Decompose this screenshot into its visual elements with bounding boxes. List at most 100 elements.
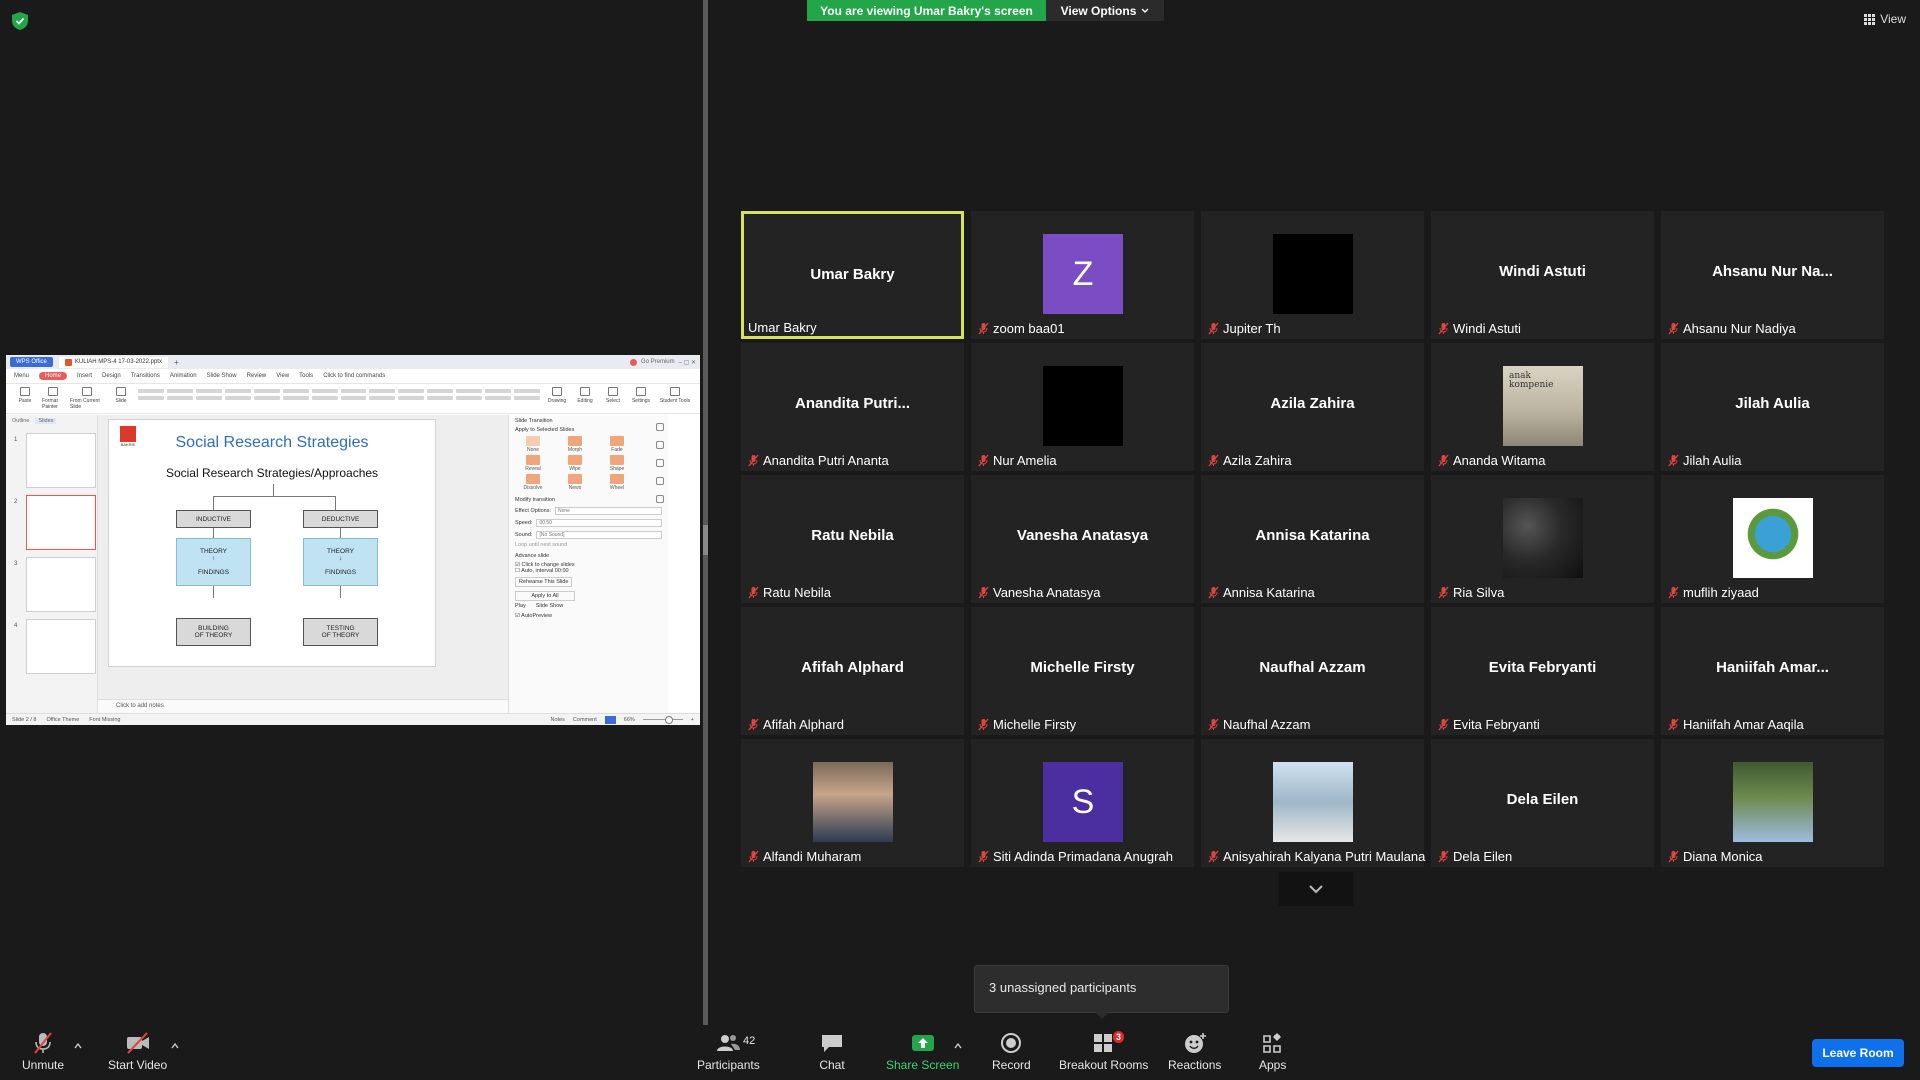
panel-tabs: Outline Slides bbox=[6, 415, 97, 427]
testing-theory-box: TESTING OF THEORY bbox=[303, 618, 378, 646]
mic-muted-icon bbox=[1668, 322, 1679, 335]
chat-button[interactable]: Chat bbox=[819, 1031, 845, 1072]
participant-tile[interactable]: Jupiter Th bbox=[1201, 211, 1424, 339]
share-screen-label: Share Screen bbox=[886, 1058, 960, 1072]
breakout-rooms-button[interactable]: Breakout Rooms bbox=[1059, 1031, 1148, 1072]
participant-name-label: Umar Bakry bbox=[748, 320, 817, 335]
tooltip-pointer bbox=[1095, 1012, 1109, 1019]
ribbon-drawing: Drawing bbox=[546, 387, 568, 404]
participant-name: Nur Amelia bbox=[993, 453, 1057, 468]
participant-name-label: Jilah Aulia bbox=[1667, 453, 1742, 468]
wps-app-badge: WPS Office bbox=[10, 357, 53, 367]
current-slide: BAKRIE Social Research Strategies Social… bbox=[108, 419, 436, 667]
viewing-screen-label: You are viewing Umar Bakry's screen bbox=[807, 0, 1046, 21]
mic-muted-icon bbox=[1438, 718, 1449, 731]
participant-tile[interactable]: Haniifah Amar... Haniifah Amar Aaqila bbox=[1661, 607, 1884, 735]
participant-display-name: Umar Bakry bbox=[810, 266, 895, 283]
unassigned-participants-tooltip[interactable]: 3 unassigned participants bbox=[974, 965, 1229, 1013]
participant-tile[interactable]: Vanesha Anatasya Vanesha Anatasya bbox=[971, 475, 1194, 603]
participant-tile[interactable]: Naufhal Azzam Naufhal Azzam bbox=[1201, 607, 1424, 735]
connector bbox=[213, 496, 214, 510]
video-options-caret-icon[interactable] bbox=[170, 1041, 180, 1051]
participant-name-label: Ria Silva bbox=[1437, 585, 1504, 600]
participant-tile[interactable]: Diana Monica bbox=[1661, 739, 1884, 867]
participant-tile[interactable]: Alfandi Muharam bbox=[741, 739, 964, 867]
encryption-shield-icon[interactable] bbox=[12, 12, 28, 30]
ribbon-font-tools bbox=[138, 387, 540, 400]
avatar-photo bbox=[1273, 762, 1353, 842]
start-video-label: Start Video bbox=[108, 1058, 168, 1072]
participant-tile[interactable]: Zzoom baa01 bbox=[971, 211, 1194, 339]
participant-name: Siti Adinda Primadana Anugrah bbox=[993, 849, 1173, 864]
audio-options-caret-icon[interactable] bbox=[73, 1041, 83, 1051]
new-tab-icon: + bbox=[173, 357, 179, 367]
participant-name: Ahsanu Nur Nadiya bbox=[1683, 321, 1796, 336]
ribbon-slide: Slide bbox=[110, 387, 132, 404]
thumb-number: 1 bbox=[14, 437, 18, 443]
participant-tile[interactable]: Ahsanu Nur Na... Ahsanu Nur Nadiya bbox=[1661, 211, 1884, 339]
participant-tile[interactable]: Ria Silva bbox=[1431, 475, 1654, 603]
participant-name-label: Jupiter Th bbox=[1207, 321, 1281, 336]
start-video-button[interactable]: Start Video bbox=[108, 1031, 167, 1072]
wps-menu-design: Design bbox=[102, 373, 121, 379]
participant-name-label: Windi Astuti bbox=[1437, 321, 1521, 336]
slide-thumb-3 bbox=[26, 557, 96, 612]
participant-tile[interactable]: Jilah Aulia Jilah Aulia bbox=[1661, 343, 1884, 471]
participant-tile[interactable]: Annisa Katarina Annisa Katarina bbox=[1201, 475, 1424, 603]
participant-tile[interactable]: muflih ziyaad bbox=[1661, 475, 1884, 603]
participant-name: Jilah Aulia bbox=[1683, 453, 1742, 468]
pane-splitter[interactable] bbox=[703, 0, 708, 1025]
chat-bubble-icon bbox=[822, 1035, 842, 1052]
mic-muted-icon bbox=[748, 850, 759, 863]
avatar-letter: S bbox=[1043, 762, 1123, 842]
view-layout-button[interactable]: View bbox=[1864, 12, 1906, 26]
connector bbox=[213, 586, 214, 598]
participant-name-label: Vanesha Anatasya bbox=[977, 585, 1100, 600]
slide-canvas: BAKRIE Social Research Strategies Social… bbox=[98, 415, 508, 713]
record-icon bbox=[1001, 1033, 1022, 1053]
slide-thumbnails-panel: Outline Slides 1 2 3 4 bbox=[6, 415, 98, 713]
participant-tile[interactable]: Anisyahirah Kalyana Putri Maulana bbox=[1201, 739, 1425, 867]
transition-reveal: Reveal bbox=[515, 455, 551, 472]
wps-body: Outline Slides 1 2 3 4 BAKRIE Social Res… bbox=[6, 415, 700, 713]
slide-thumb-1 bbox=[26, 433, 96, 488]
participant-display-name: Ratu Nebila bbox=[811, 527, 894, 544]
reactions-button[interactable]: Reactions bbox=[1168, 1031, 1221, 1072]
leave-room-button[interactable]: Leave Room bbox=[1812, 1039, 1904, 1067]
share-screen-button[interactable]: Share Screen bbox=[886, 1031, 959, 1072]
participant-tile[interactable]: Azila Zahira Azila Zahira bbox=[1201, 343, 1424, 471]
record-button[interactable]: Record bbox=[992, 1031, 1031, 1072]
wps-command-search: Click to find commands bbox=[323, 373, 386, 379]
participant-tile[interactable]: Nur Amelia bbox=[971, 343, 1194, 471]
participant-display-name: Vanesha Anatasya bbox=[1016, 527, 1149, 544]
view-options-button[interactable]: View Options bbox=[1046, 0, 1164, 21]
apps-button[interactable]: Apps bbox=[1259, 1031, 1286, 1072]
participant-name-label: Afifah Alphard bbox=[747, 717, 844, 732]
participant-tile[interactable]: Afifah Alphard Afifah Alphard bbox=[741, 607, 964, 735]
participant-tile[interactable]: Anandita Putri... Anandita Putri Ananta bbox=[741, 343, 964, 471]
mic-muted-icon bbox=[748, 718, 759, 731]
auto-interval-option: ☐ Auto, interval 00:00 bbox=[515, 568, 569, 574]
next-page-button[interactable] bbox=[1279, 872, 1353, 906]
participant-name-label: Dela Eilen bbox=[1437, 849, 1512, 864]
mic-muted-icon bbox=[1438, 322, 1449, 335]
splitter-grip[interactable] bbox=[703, 525, 708, 555]
participant-tile[interactable]: Umar Bakry Umar Bakry bbox=[741, 211, 964, 339]
participant-tile[interactable]: anak kompenie Ananda Witama bbox=[1431, 343, 1654, 471]
participant-tile[interactable]: Michelle Firsty Michelle Firsty bbox=[971, 607, 1194, 735]
unmute-button[interactable]: Unmute bbox=[22, 1031, 64, 1072]
mic-muted-icon bbox=[748, 586, 759, 599]
participant-tile[interactable]: Ratu Nebila Ratu Nebila bbox=[741, 475, 964, 603]
participant-name: Naufhal Azzam bbox=[1223, 717, 1311, 732]
participant-display-name: Evita Febryanti bbox=[1488, 659, 1597, 676]
participant-tile[interactable]: Dela Eilen Dela Eilen bbox=[1431, 739, 1654, 867]
participant-tile[interactable]: S Siti Adinda Primadana Anugrah bbox=[971, 739, 1194, 867]
participant-tile[interactable]: Evita Febryanti Evita Febryanti bbox=[1431, 607, 1654, 735]
participant-name-label: muflih ziyaad bbox=[1667, 585, 1759, 600]
ribbon-settings: Settings bbox=[630, 387, 652, 404]
mic-muted-icon bbox=[1668, 850, 1679, 863]
share-options-caret-icon[interactable] bbox=[953, 1041, 963, 1051]
participant-tile[interactable]: Windi Astuti Windi Astuti bbox=[1431, 211, 1654, 339]
mic-muted-icon bbox=[1208, 718, 1219, 731]
shared-wps-window[interactable]: WPS Office KULIAH MPS-4 17-03-2022.pptx … bbox=[6, 355, 700, 725]
